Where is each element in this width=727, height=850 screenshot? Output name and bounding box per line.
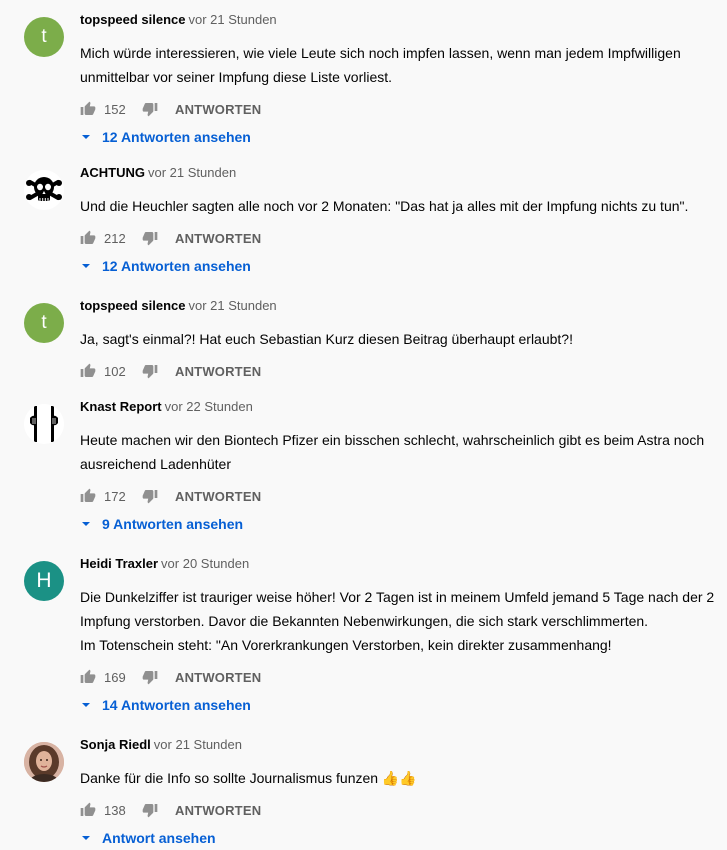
view-replies-button[interactable]: 12 Antworten ansehen — [80, 127, 720, 147]
thumb-down-icon[interactable] — [142, 363, 158, 379]
comment-time[interactable]: vor 21 Stunden — [188, 12, 276, 27]
comment-text-line: Im Totenschein steht: "An Vorerkrankunge… — [80, 637, 612, 653]
comment-text-line: Und die Heuchler sagten alle noch vor 2 … — [80, 198, 689, 214]
reply-button[interactable]: ANTWORTEN — [175, 364, 261, 379]
comment-text-line: Danke für die Info so sollte Journalismu… — [80, 770, 417, 786]
avatar-letter: t — [41, 312, 47, 333]
reply-button[interactable]: ANTWORTEN — [175, 231, 261, 246]
comment-text-line: Impfung verstorben. Davor die Bekannten … — [80, 613, 649, 629]
thumb-down-icon[interactable] — [142, 230, 158, 246]
view-replies-button[interactable]: 9 Antworten ansehen — [80, 514, 720, 534]
thumb-up-icon[interactable] — [80, 669, 96, 685]
comment-text: Mich würde interessieren, wie viele Leut… — [80, 41, 720, 89]
comment-text-line: Die Dunkelziffer ist trauriger weise höh… — [80, 589, 715, 605]
avatar[interactable] — [24, 170, 64, 210]
reply-button[interactable]: ANTWORTEN — [175, 670, 261, 685]
chevron-down-icon — [80, 832, 92, 844]
view-replies-label: 12 Antworten ansehen — [102, 129, 251, 145]
comment-author[interactable]: topspeed silence — [80, 12, 185, 27]
view-replies-button[interactable]: 14 Antworten ansehen — [80, 695, 720, 715]
thumb-up-icon[interactable] — [80, 230, 96, 246]
like-count: 102 — [104, 363, 126, 379]
like-count: 169 — [104, 669, 126, 685]
chevron-down-icon — [80, 131, 92, 143]
like-count: 138 — [104, 802, 126, 818]
comment-author[interactable]: Knast Report — [80, 399, 162, 414]
comment-time[interactable]: vor 20 Stunden — [161, 556, 249, 571]
chevron-down-icon — [80, 260, 92, 272]
like-count: 172 — [104, 488, 126, 504]
reply-button[interactable]: ANTWORTEN — [175, 489, 261, 504]
chevron-down-icon — [80, 518, 92, 530]
comment-text-line: Ja, sagt's einmal?! Hat euch Sebastian K… — [80, 331, 573, 347]
view-replies-button[interactable]: 12 Antworten ansehen — [80, 256, 720, 276]
comment-text-line: ausreichend Ladenhüter — [80, 456, 232, 472]
view-replies-button[interactable]: Antwort ansehen — [80, 828, 720, 848]
comment-text-line: unmittelbar vor seiner Impfung diese Lis… — [80, 69, 393, 85]
thumb-down-icon[interactable] — [142, 669, 158, 685]
thumb-up-icon[interactable] — [80, 363, 96, 379]
like-count: 212 — [104, 230, 126, 246]
comment-text-line: Heute machen wir den Biontech Pfizer ein… — [80, 432, 705, 448]
thumb-up-icon[interactable] — [80, 101, 96, 117]
comment-author[interactable]: ACHTUNG — [80, 165, 145, 180]
view-replies-label: Antwort ansehen — [102, 830, 216, 846]
thumb-up-icon[interactable] — [80, 802, 96, 818]
comment-author[interactable]: topspeed silence — [80, 298, 185, 313]
comment-list: t topspeed silence vor 21 Stunden Mich wü… — [0, 0, 727, 850]
avatar-letter: t — [41, 26, 47, 47]
view-replies-label: 14 Antworten ansehen — [102, 697, 251, 713]
like-count: 152 — [104, 101, 126, 117]
comment-text: Und die Heuchler sagten alle noch vor 2 … — [80, 194, 720, 218]
reply-button[interactable]: ANTWORTEN — [175, 803, 261, 818]
view-replies-label: 9 Antworten ansehen — [102, 516, 244, 532]
comment-time[interactable]: vor 21 Stunden — [148, 165, 236, 180]
avatar[interactable]: t — [24, 17, 64, 57]
avatar[interactable] — [24, 404, 64, 444]
chevron-down-icon — [80, 699, 92, 711]
user-photo-icon — [24, 742, 64, 782]
prison-bars-icon — [24, 404, 64, 444]
comment-author[interactable]: Sonja Riedl — [80, 737, 151, 752]
thumb-down-icon[interactable] — [142, 101, 158, 117]
comment-author[interactable]: Heidi Traxler — [80, 556, 158, 571]
thumb-down-icon[interactable] — [142, 802, 158, 818]
avatar[interactable]: H — [24, 561, 64, 601]
avatar[interactable]: t — [24, 303, 64, 343]
comment-time[interactable]: vor 22 Stunden — [165, 399, 253, 414]
thumb-up-icon[interactable] — [80, 488, 96, 504]
comment-text: Heute machen wir den Biontech Pfizer ein… — [80, 428, 720, 476]
avatar[interactable] — [24, 742, 64, 782]
comment-text: Ja, sagt's einmal?! Hat euch Sebastian K… — [80, 327, 720, 351]
comment-time[interactable]: vor 21 Stunden — [188, 298, 276, 313]
avatar-letter: H — [36, 569, 52, 592]
thumb-down-icon[interactable] — [142, 488, 158, 504]
comment-time[interactable]: vor 21 Stunden — [154, 737, 242, 752]
skull-icon — [24, 170, 64, 210]
comment-text: Die Dunkelziffer ist trauriger weise höh… — [80, 585, 720, 657]
comment-text-line: Mich würde interessieren, wie viele Leut… — [80, 45, 681, 61]
view-replies-label: 12 Antworten ansehen — [102, 258, 251, 274]
comment-text: Danke für die Info so sollte Journalismu… — [80, 766, 720, 790]
reply-button[interactable]: ANTWORTEN — [175, 102, 261, 117]
